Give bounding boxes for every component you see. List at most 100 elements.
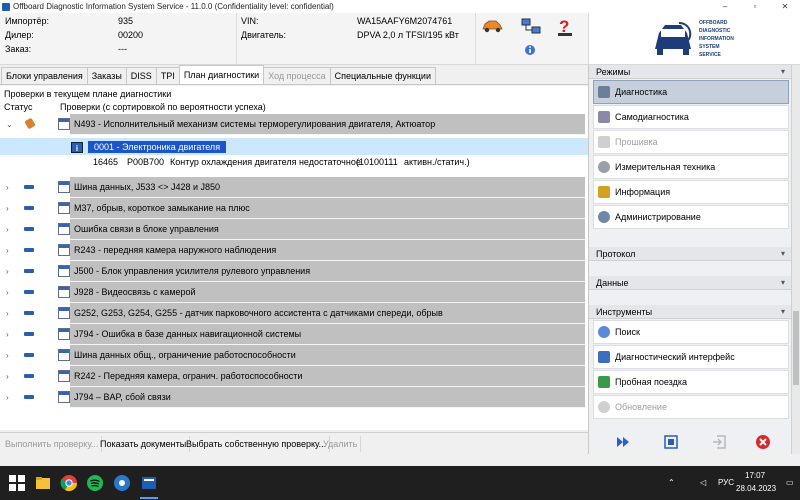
expand-chevron-icon[interactable]: › bbox=[6, 204, 9, 213]
collapse-chevron-icon[interactable]: ⌄ bbox=[6, 120, 13, 129]
expand-chevron-icon[interactable]: › bbox=[6, 246, 9, 255]
check-row[interactable]: › G252, G253, G254, G255 - датчик парков… bbox=[0, 303, 588, 324]
odis-active-window-icon[interactable] bbox=[140, 474, 158, 492]
tab-control-units[interactable]: Блоки управления bbox=[1, 67, 88, 84]
expand-chevron-icon[interactable]: › bbox=[6, 309, 9, 318]
expand-chevron-icon[interactable]: › bbox=[6, 288, 9, 297]
tab-tpi[interactable]: TPI bbox=[155, 67, 180, 84]
check-row[interactable]: › Шина данных общ., ограничение работосп… bbox=[0, 345, 588, 366]
tool-diagnostic-interface[interactable]: Диагностический интерфейс bbox=[593, 345, 789, 369]
status-icon bbox=[24, 227, 34, 231]
odis-logo: OFFBOARD DIAGNOSTIC INFORMATION SYSTEM S… bbox=[588, 13, 800, 65]
check-row-expanded[interactable]: ⌄ N493 - Исполнительный механизм системы… bbox=[0, 114, 588, 135]
expand-chevron-icon[interactable]: › bbox=[6, 183, 9, 192]
tab-process-progress[interactable]: Ход процесса bbox=[263, 67, 331, 84]
mode-label: Администрирование bbox=[615, 212, 701, 222]
col-checks[interactable]: Проверки (с сортировкой по вероятности у… bbox=[60, 102, 266, 112]
mode-flashing[interactable]: Прошивка bbox=[593, 130, 789, 154]
tool-search[interactable]: Поиск bbox=[593, 320, 789, 344]
status-icon bbox=[24, 206, 34, 210]
maximize-button[interactable]: ▫ bbox=[740, 0, 770, 13]
flash-icon bbox=[598, 136, 610, 148]
windows-start-icon[interactable] bbox=[8, 474, 26, 492]
close-button[interactable]: ✕ bbox=[770, 0, 800, 13]
expand-chevron-icon[interactable]: › bbox=[6, 267, 9, 276]
tray-chevron-icon[interactable]: ⌃ bbox=[668, 478, 675, 487]
mode-information[interactable]: Информация bbox=[593, 180, 789, 204]
tab-diagnostic-plan[interactable]: План диагностики bbox=[178, 65, 265, 84]
keyboard-language[interactable]: РУС bbox=[718, 478, 734, 487]
expand-chevron-icon[interactable]: › bbox=[6, 372, 9, 381]
tool-test-drive[interactable]: Пробная поездка bbox=[593, 370, 789, 394]
spotify-icon[interactable] bbox=[86, 474, 104, 492]
data-section-header[interactable]: Данные ▾ bbox=[589, 276, 791, 290]
data-title: Данные bbox=[596, 278, 629, 288]
window-bottom-margin bbox=[0, 454, 800, 466]
network-icon[interactable] bbox=[520, 17, 542, 37]
chrome-icon[interactable] bbox=[60, 474, 78, 492]
clock-time[interactable]: 17:07 bbox=[745, 471, 765, 480]
minimize-button[interactable]: – bbox=[710, 0, 740, 13]
dtc-text: Контур охлаждения двигателя недостаточно… bbox=[170, 157, 361, 167]
show-documents-button[interactable]: Показать документы bbox=[97, 436, 191, 452]
forward-double-arrow-icon[interactable] bbox=[615, 434, 631, 450]
column-header: Статус Проверки (с сортировкой по вероят… bbox=[0, 101, 588, 113]
control-unit-selected[interactable]: 0001 - Электроника двигателя bbox=[88, 141, 227, 153]
check-label: G252, G253, G254, G255 - датчик парковоч… bbox=[74, 308, 443, 318]
check-row[interactable]: › J500 - Блок управления усилителя рулев… bbox=[0, 261, 588, 282]
status-pin-icon bbox=[24, 117, 36, 130]
expand-chevron-icon[interactable]: › bbox=[6, 351, 9, 360]
scrollbar-thumb[interactable] bbox=[793, 311, 799, 385]
dtc-bits: (10100111 bbox=[356, 157, 398, 167]
check-row[interactable]: › R243 - передняя камера наружного наблю… bbox=[0, 240, 588, 261]
mode-administration[interactable]: Администрирование bbox=[593, 205, 789, 229]
selected-subrow[interactable]: i 0001 - Электроника двигателя bbox=[0, 138, 588, 155]
help-icon[interactable]: ? bbox=[556, 16, 576, 38]
modes-section-header[interactable]: Режимы ▾ bbox=[589, 65, 791, 79]
tool-label: Диагностический интерфейс bbox=[615, 352, 735, 362]
check-label: J794 – BAP, сбой связи bbox=[74, 392, 171, 402]
check-doc-icon bbox=[58, 265, 70, 277]
protocol-section-header[interactable]: Протокол ▾ bbox=[589, 247, 791, 261]
check-row[interactable]: › R242 - Передняя камера, огранич. работ… bbox=[0, 366, 588, 387]
check-row[interactable]: › J794 - Ошибка в базе данных навигацион… bbox=[0, 324, 588, 345]
check-label: Шина данных общ., ограничение работоспос… bbox=[74, 350, 296, 360]
tab-orders[interactable]: Заказы bbox=[86, 67, 127, 84]
check-row[interactable]: › J794 – BAP, сбой связи bbox=[0, 387, 588, 408]
header-divider bbox=[475, 13, 476, 65]
notifications-icon[interactable]: ▭ bbox=[786, 478, 794, 487]
odis-taskbar-icon[interactable] bbox=[113, 474, 131, 492]
check-row[interactable]: › Ошибка связи в блоке управления bbox=[0, 219, 588, 240]
delete-button[interactable]: Удалить bbox=[320, 436, 362, 452]
mode-self-diagnostics[interactable]: Самодиагностика bbox=[593, 105, 789, 129]
tab-special-functions[interactable]: Специальные функции bbox=[329, 67, 436, 84]
choose-own-check-button[interactable]: Выбрать собственную проверку... bbox=[183, 436, 331, 452]
mode-diagnostics[interactable]: Диагностика bbox=[593, 80, 789, 104]
check-row[interactable]: › Шина данных, J533 <> J428 и J850 bbox=[0, 177, 588, 198]
info-icon[interactable] bbox=[524, 43, 536, 57]
tab-diss[interactable]: DISS bbox=[125, 67, 157, 84]
expand-chevron-icon[interactable]: › bbox=[6, 330, 9, 339]
status-icon bbox=[24, 248, 34, 252]
check-row[interactable]: › M37, обрыв, короткое замыкание на плюс bbox=[0, 198, 588, 219]
expand-chevron-icon[interactable]: › bbox=[6, 393, 9, 402]
file-explorer-icon[interactable] bbox=[34, 474, 52, 492]
navigation-buttons bbox=[589, 430, 791, 454]
mode-measurement[interactable]: Измерительная техника bbox=[593, 155, 789, 179]
col-status[interactable]: Статус bbox=[4, 102, 32, 112]
volume-icon[interactable]: ◁ bbox=[700, 478, 706, 487]
exit-icon[interactable] bbox=[711, 434, 727, 450]
fit-screen-icon[interactable] bbox=[663, 434, 679, 450]
tools-section-header[interactable]: Инструменты ▾ bbox=[589, 305, 791, 319]
expand-chevron-icon[interactable]: › bbox=[6, 225, 9, 234]
header-divider bbox=[236, 13, 237, 65]
clock-date[interactable]: 28.04.2023 bbox=[736, 484, 776, 493]
right-panel-scrollbar[interactable] bbox=[791, 65, 800, 454]
check-row[interactable]: › J928 - Видеосвязь с камерой bbox=[0, 282, 588, 303]
dealer-value: 00200 bbox=[118, 30, 144, 40]
run-check-button[interactable]: Выполнить проверку... bbox=[2, 436, 103, 452]
car-icon[interactable] bbox=[481, 18, 503, 34]
panel-caption: Проверки в текущем плане диагностики bbox=[4, 89, 172, 99]
cancel-icon[interactable] bbox=[755, 434, 771, 450]
tool-update[interactable]: Обновление bbox=[593, 395, 789, 419]
